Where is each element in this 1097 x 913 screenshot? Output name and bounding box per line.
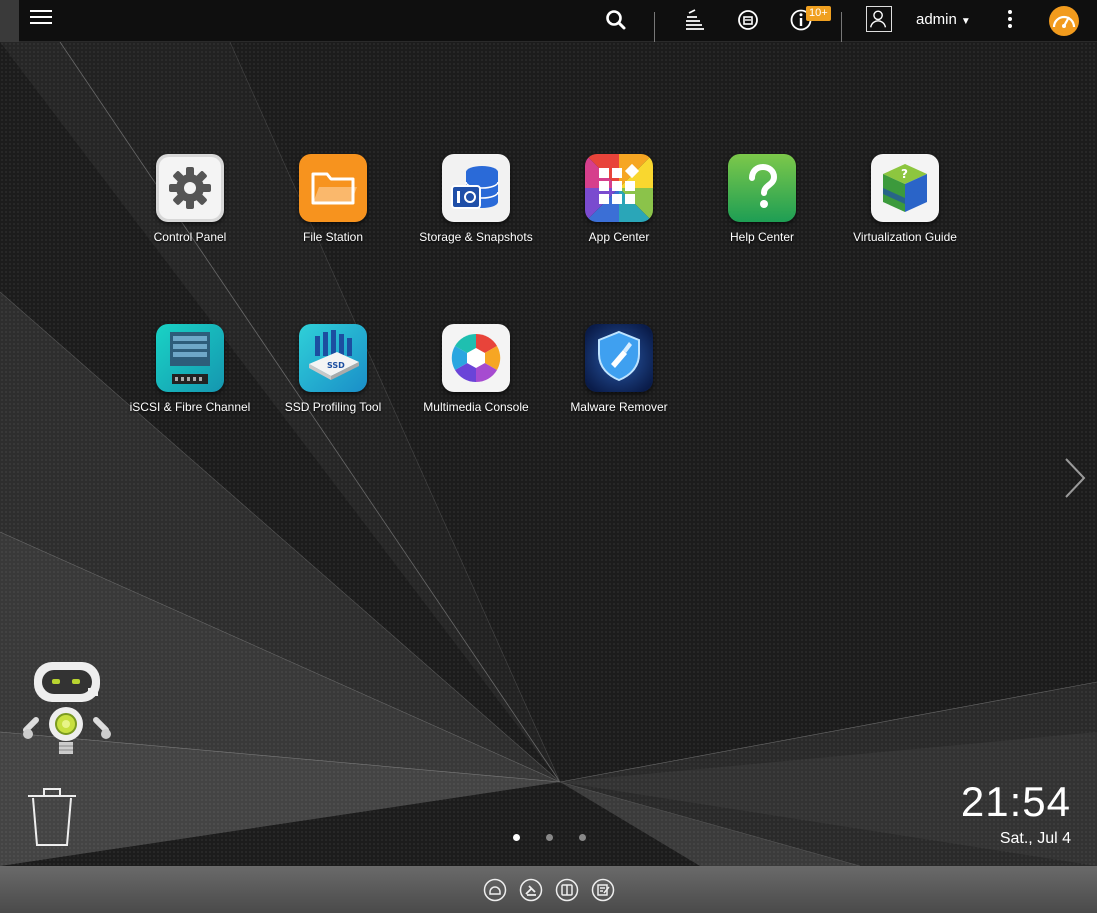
app-virtualization-guide[interactable]: ? Virtualization Guide (835, 154, 975, 244)
trash-icon[interactable] (26, 786, 78, 848)
separator (841, 12, 842, 42)
folder-icon (299, 154, 367, 222)
app-grid-icon (585, 154, 653, 222)
app-storage-snapshots[interactable]: Storage & Snapshots (406, 154, 546, 244)
more-options-icon[interactable] (1006, 10, 1014, 30)
search-icon[interactable] (603, 7, 629, 33)
app-label: App Center (588, 230, 650, 244)
app-control-panel[interactable]: Control Panel (120, 154, 260, 244)
gear-icon (156, 154, 224, 222)
page-dot[interactable] (579, 834, 586, 841)
iscsi-server-icon (156, 324, 224, 392)
app-app-center[interactable]: App Center (549, 154, 689, 244)
bottom-dock (0, 866, 1097, 913)
app-file-station[interactable]: File Station (263, 154, 403, 244)
next-page-arrow-icon[interactable] (1060, 455, 1090, 501)
external-device-icon[interactable] (735, 7, 761, 33)
virtualization-cube-icon: ? (871, 154, 939, 222)
manual-icon[interactable] (555, 878, 579, 902)
app-label: File Station (302, 230, 364, 244)
top-bar: 10+ admin ▼ (0, 0, 1097, 42)
svg-text:SSD: SSD (327, 361, 345, 370)
app-malware-remover[interactable]: Malware Remover (549, 324, 689, 414)
clock-date: Sat., Jul 4 (999, 830, 1071, 847)
dashboard-icon[interactable] (1048, 5, 1080, 37)
user-icon[interactable] (866, 6, 892, 32)
app-label: Help Center (729, 230, 795, 244)
app-label: iSCSI & Fibre Channel (129, 400, 251, 414)
app-label: Virtualization Guide (853, 230, 957, 244)
question-mark-icon (728, 154, 796, 222)
app-multimedia-console[interactable]: Multimedia Console (406, 324, 546, 414)
helpdesk-icon[interactable] (519, 878, 543, 902)
background-tasks-icon[interactable] (682, 7, 708, 33)
caret-down-icon: ▼ (960, 16, 971, 27)
qnap-logo-icon[interactable] (483, 878, 507, 902)
app-label: Multimedia Console (423, 400, 529, 414)
side-tab[interactable] (0, 0, 19, 42)
shield-broom-icon (585, 324, 653, 392)
separator (654, 12, 655, 42)
clock-time: 21:54 (960, 778, 1071, 825)
storage-icon (442, 154, 510, 222)
app-iscsi-fibre-channel[interactable]: iSCSI & Fibre Channel (120, 324, 260, 414)
page-dot[interactable] (546, 834, 553, 841)
username: admin (916, 11, 957, 28)
app-label: SSD Profiling Tool (284, 400, 382, 414)
app-label: Control Panel (153, 230, 227, 244)
qboost-robot-icon[interactable] (22, 658, 112, 758)
menu-icon[interactable] (30, 7, 52, 27)
app-label: Storage & Snapshots (419, 230, 533, 244)
multimedia-hexagon-icon (442, 324, 510, 392)
svg-text:?: ? (901, 167, 908, 181)
feedback-icon[interactable] (591, 878, 615, 902)
app-ssd-profiling-tool[interactable]: SSD SSD Profiling Tool (263, 324, 403, 414)
notification-badge: 10+ (806, 6, 831, 21)
page-dot[interactable] (513, 834, 520, 841)
app-help-center[interactable]: Help Center (692, 154, 832, 244)
user-menu[interactable]: admin ▼ (916, 11, 971, 28)
app-label: Malware Remover (570, 400, 668, 414)
ssd-icon: SSD (299, 324, 367, 392)
